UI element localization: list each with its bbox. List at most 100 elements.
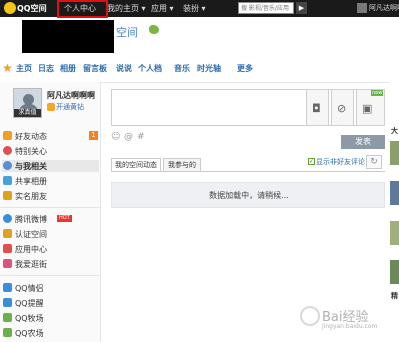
- mainnav-home[interactable]: 主页: [16, 63, 32, 74]
- shared-album-icon: [3, 176, 12, 185]
- right-section-label: 大: [391, 127, 398, 135]
- nav-my-homepage[interactable]: 我的主页 ▾: [107, 3, 146, 14]
- post-button[interactable]: 发表: [341, 135, 385, 149]
- sidebar-item-qq-farm[interactable]: QQ农场: [2, 327, 99, 339]
- sidebar-item-label: 与我相关: [15, 162, 47, 171]
- at-icon: [3, 161, 12, 170]
- mainnav-blog[interactable]: 日志: [38, 63, 54, 74]
- top-navbar: QQ空间 个人中心 我的主页 ▾ 应用 ▾ 装扮 ▾ ▶ 阿凡达啊啊: [0, 0, 399, 18]
- sidebar-item-shared-album[interactable]: 共享相册: [2, 175, 99, 187]
- qzone-logo-text[interactable]: QQ空间: [17, 3, 47, 14]
- real-name-icon: [3, 191, 12, 200]
- sidebar-item-qq-ranch[interactable]: QQ牧场: [2, 312, 99, 324]
- sidebar-item-label: QQ情侣: [15, 284, 44, 293]
- camera-icon: ◘: [312, 102, 321, 115]
- sidebar-item-friend-feed[interactable]: 好友动态 1: [2, 130, 99, 142]
- refresh-button[interactable]: ↻: [366, 155, 382, 169]
- photo-button[interactable]: ◘: [306, 89, 329, 126]
- mainnav-more[interactable]: 更多: [237, 63, 253, 74]
- hot-badge: HOT: [57, 215, 72, 222]
- qq-couple-icon: [3, 283, 12, 292]
- nav-apps[interactable]: 应用 ▾: [151, 3, 174, 14]
- sidebar-item-real-name-friends[interactable]: 实名朋友: [2, 190, 99, 202]
- count-badge: 1: [89, 131, 98, 140]
- verified-icon: [3, 229, 12, 238]
- avatar-label: 求真值: [14, 109, 41, 117]
- show-non-friend-label[interactable]: 显示非好友评论: [316, 157, 365, 167]
- sidebar-item-label: 腾讯微博: [15, 215, 47, 224]
- friend-feed-icon: [3, 131, 12, 140]
- main-nav: ★ 主页 日志 相册 留言板 说说 个人档 音乐 时光轴 更多: [0, 61, 399, 76]
- right-thumbnail[interactable]: [390, 260, 399, 284]
- qq-reminder-icon: [3, 298, 12, 307]
- user-name[interactable]: 阿凡达啊啊: [369, 3, 399, 13]
- baidu-paw-icon: [300, 306, 320, 326]
- tab-underline: [111, 171, 385, 172]
- link-button[interactable]: ⊘: [331, 89, 354, 126]
- sidebar-item-label: 我爱逛街: [15, 260, 47, 269]
- sidebar-item-app-center[interactable]: 应用中心: [2, 243, 99, 255]
- watermark-subtext: jingyan.baidu.com: [322, 323, 378, 330]
- mainnav-album[interactable]: 相册: [60, 63, 76, 74]
- show-non-friend-checkbox[interactable]: ✓: [308, 158, 315, 165]
- sidebar-item-tencent-weibo[interactable]: 腾讯微博 HOT: [2, 213, 99, 225]
- search-input[interactable]: [239, 3, 293, 14]
- baidu-watermark: Bai经验 jingyan.baidu.com: [300, 300, 396, 336]
- sidebar-item-label: 应用中心: [15, 245, 47, 254]
- emoji-icon[interactable]: ☺: [111, 132, 120, 142]
- sidebar-item-qq-couple[interactable]: QQ情侣: [2, 282, 99, 294]
- sidebar-item-label: 认证空间: [15, 230, 47, 239]
- new-badge: new: [371, 90, 384, 96]
- sidebar-item-label: 共享相册: [15, 177, 47, 186]
- sidebar-item-special-care[interactable]: 特别关心: [2, 145, 99, 157]
- redacted-title-block: [22, 20, 114, 53]
- right-thumbnail[interactable]: [390, 141, 399, 165]
- sidebar-item-shopping[interactable]: 我爱逛街: [2, 258, 99, 270]
- sidebar-item-label: QQ提醒: [15, 299, 44, 308]
- tab-my-space-feed[interactable]: 我的空间动态: [111, 158, 161, 171]
- sidebar-item-qq-reminder[interactable]: QQ提醒: [2, 297, 99, 309]
- right-thumbnail[interactable]: [390, 221, 399, 245]
- open-vip-link[interactable]: 开通黄钻: [56, 102, 84, 112]
- sidebar-item-label: QQ牧场: [15, 314, 44, 323]
- sidebar-item-label: 好友动态: [15, 132, 47, 141]
- attachment-icon: ▣: [362, 102, 373, 115]
- profile-name[interactable]: 阿凡达啊啊啊: [47, 90, 95, 101]
- user-avatar-small[interactable]: [357, 3, 367, 13]
- avatar[interactable]: 求真值: [13, 88, 42, 118]
- refresh-icon: ↻: [370, 157, 378, 167]
- shopping-icon: [3, 259, 12, 268]
- sidebar-item-label: QQ农场: [15, 329, 44, 338]
- qq-ranch-icon: [3, 313, 12, 322]
- yellow-diamond-icon: [47, 103, 55, 111]
- topic-icon[interactable]: #: [137, 132, 145, 142]
- search-button[interactable]: ▶: [296, 2, 307, 14]
- mention-icon[interactable]: @: [124, 132, 133, 142]
- loading-text: 数据加载中，请稍候...: [209, 191, 289, 200]
- star-icon: ★: [2, 61, 13, 75]
- qzone-logo-icon[interactable]: [4, 2, 16, 14]
- highlight-annotation: [57, 0, 108, 18]
- weibo-icon: [3, 214, 12, 223]
- link-icon: ⊘: [337, 102, 347, 115]
- heart-icon: [3, 146, 12, 155]
- tab-participated[interactable]: 我参与的: [163, 158, 201, 171]
- sidebar-item-verified-space[interactable]: 认证空间: [2, 228, 99, 240]
- mainnav-guestbook[interactable]: 留言板: [83, 63, 107, 74]
- search-box[interactable]: [238, 2, 294, 14]
- mainnav-shuoshuo[interactable]: 说说: [116, 63, 132, 74]
- mainnav-music[interactable]: 音乐: [174, 63, 190, 74]
- app-center-icon: [3, 244, 12, 253]
- nav-decorate[interactable]: 装扮 ▾: [183, 3, 206, 14]
- mainnav-profile[interactable]: 个人档: [138, 63, 162, 74]
- leaf-icon[interactable]: [149, 25, 159, 34]
- sidebar-separator: [0, 207, 101, 208]
- right-thumbnail[interactable]: [390, 181, 399, 205]
- mainnav-timeline[interactable]: 时光轴: [197, 63, 221, 74]
- sidebar-item-label: 实名朋友: [15, 192, 47, 201]
- qq-farm-icon: [3, 328, 12, 337]
- sidebar-item-related-to-me[interactable]: 与我相关: [2, 160, 99, 172]
- sidebar-separator: [0, 275, 101, 276]
- sidebar-item-label: 特别关心: [15, 147, 47, 156]
- space-title-suffix: 空间: [116, 26, 138, 39]
